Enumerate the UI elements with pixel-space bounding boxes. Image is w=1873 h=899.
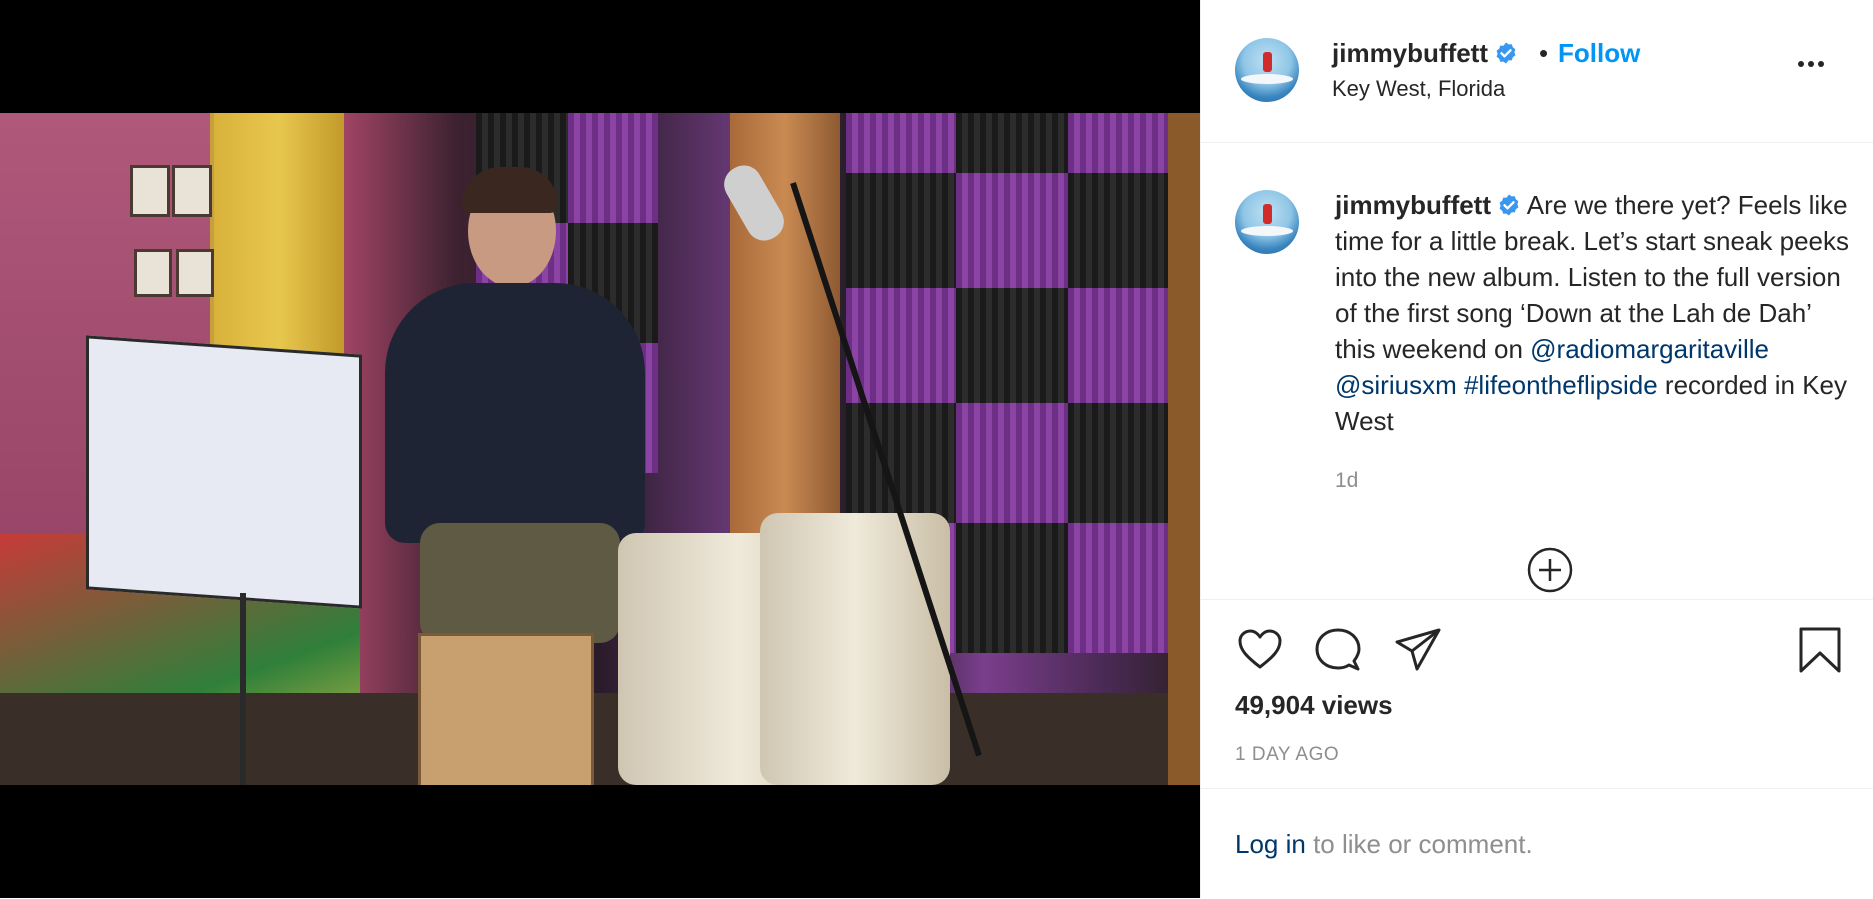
separator-dot: • (1539, 38, 1549, 68)
post-date: 1 DAY AGO (1235, 744, 1340, 765)
plus-circle-icon[interactable] (1527, 547, 1573, 593)
acoustic-foam (846, 113, 956, 173)
conga-drum (760, 513, 950, 785)
musician-shirt (385, 283, 645, 543)
post-header: jimmybuffett • Follow Key West, Florida (1201, 0, 1873, 143)
hashtag-link[interactable]: #lifeontheflipside (1464, 370, 1658, 400)
cajon (418, 633, 594, 785)
login-bar: Log in to like or comment. (1201, 788, 1873, 899)
heart-icon[interactable] (1235, 625, 1285, 675)
acoustic-foam (1068, 403, 1168, 523)
acoustic-foam (1068, 523, 1168, 653)
acoustic-foam (956, 173, 1068, 288)
verified-badge-icon (1499, 194, 1519, 216)
verified-badge-icon (1496, 42, 1516, 64)
post-video[interactable] (0, 0, 1200, 898)
follow-button[interactable]: Follow (1558, 38, 1640, 69)
caption-section: jimmybuffett Are we there yet? Feels lik… (1201, 143, 1873, 598)
caption-text: jimmybuffett Are we there yet? Feels lik… (1335, 187, 1855, 439)
acoustic-foam (956, 288, 1068, 403)
view-count[interactable]: 49,904 views (1235, 690, 1393, 721)
acoustic-foam (568, 113, 658, 223)
video-frame[interactable] (0, 113, 1200, 785)
username-text[interactable]: jimmybuffett (1332, 38, 1488, 68)
picture-frame (172, 165, 212, 217)
acoustic-foam (1068, 288, 1168, 403)
picture-frame (176, 249, 214, 297)
post-username[interactable]: jimmybuffett (1332, 38, 1518, 69)
more-options-icon[interactable] (1798, 54, 1838, 82)
acoustic-foam (956, 113, 1068, 173)
musician-pants (420, 523, 620, 643)
wood-edge (1168, 113, 1200, 785)
acoustic-foam (956, 523, 1068, 653)
paper-plane-icon[interactable] (1393, 625, 1443, 675)
studio-floor (0, 693, 1200, 785)
acoustic-foam (956, 403, 1068, 523)
acoustic-foam (846, 173, 956, 288)
picture-frame (130, 165, 170, 217)
avatar[interactable] (1235, 38, 1299, 102)
acoustic-foam (1068, 173, 1168, 288)
comment-icon[interactable] (1313, 625, 1363, 675)
acoustic-foam (846, 288, 956, 403)
bookmark-icon[interactable] (1795, 625, 1845, 675)
caption-timestamp[interactable]: 1d (1335, 469, 1358, 493)
music-stand-pole (240, 593, 246, 785)
acoustic-foam (1068, 113, 1168, 173)
picture-frame (134, 249, 172, 297)
location-link[interactable]: Key West, Florida (1332, 76, 1505, 102)
caption-username[interactable]: jimmybuffett (1335, 190, 1491, 220)
music-stand (86, 335, 362, 609)
avatar[interactable] (1235, 190, 1299, 254)
mention-link[interactable]: @radiomargaritaville (1530, 334, 1769, 364)
mention-link[interactable]: @siriusxm (1335, 370, 1457, 400)
post-sidebar: jimmybuffett • Follow Key West, Florida … (1200, 0, 1873, 898)
login-prompt: Log in to like or comment. (1235, 829, 1533, 860)
post-actions: 49,904 views 1 DAY AGO (1201, 599, 1873, 790)
login-rest: to like or comment. (1305, 829, 1533, 859)
login-link[interactable]: Log in (1235, 829, 1306, 859)
